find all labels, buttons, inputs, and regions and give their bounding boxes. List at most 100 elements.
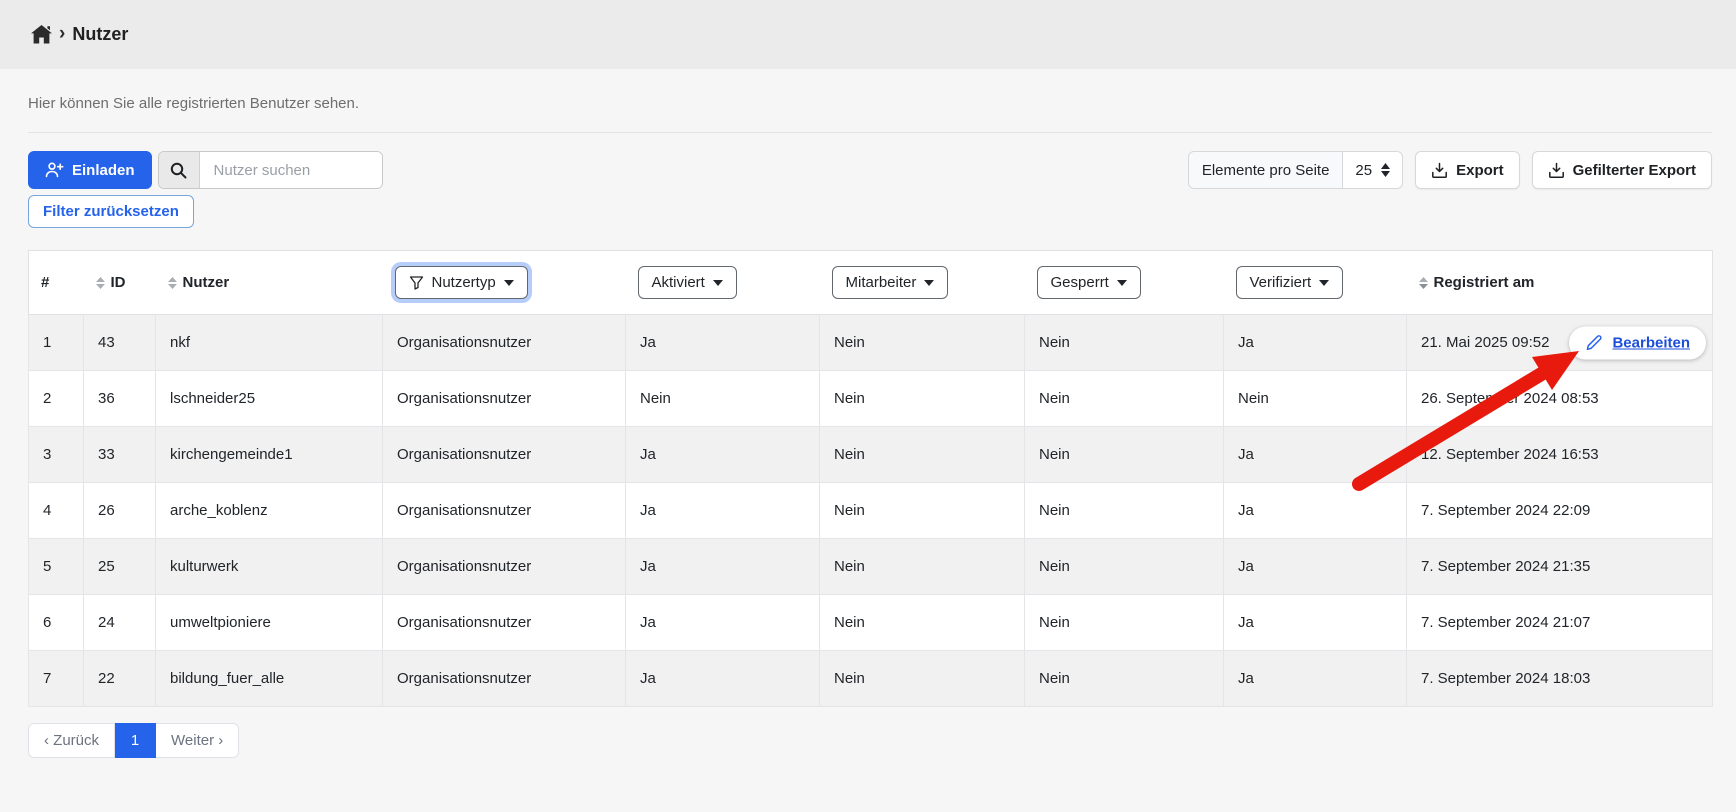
cell-activated: Ja xyxy=(626,427,820,483)
cell-index: 1 xyxy=(29,315,84,371)
home-icon[interactable] xyxy=(31,25,52,44)
cell-employee: Nein xyxy=(820,483,1025,539)
cell-verified: Ja xyxy=(1224,595,1407,651)
cell-index: 7 xyxy=(29,651,84,707)
cell-activated: Nein xyxy=(626,371,820,427)
items-per-page-select[interactable]: 25 xyxy=(1343,151,1403,189)
cell-verified: Ja xyxy=(1224,315,1407,371)
pagination-page-1[interactable]: 1 xyxy=(115,723,156,758)
cell-activated: Ja xyxy=(626,651,820,707)
cell-verified: Ja xyxy=(1224,427,1407,483)
cell-registered: 12. September 2024 16:53 xyxy=(1407,427,1713,483)
cell-user-type: Organisationsnutzer xyxy=(383,651,626,707)
sort-icon xyxy=(168,277,177,289)
cell-registered: 21. Mai 2025 09:52 Bearbeiten xyxy=(1407,315,1713,371)
registered-date: 7. September 2024 21:07 xyxy=(1421,614,1590,631)
cell-user: umweltpioniere xyxy=(156,595,383,651)
cell-user: bildung_fuer_alle xyxy=(156,651,383,707)
cell-id: 24 xyxy=(84,595,156,651)
col-header-verified: Verifiziert xyxy=(1224,251,1407,315)
page-description: Hier können Sie alle registrierten Benut… xyxy=(28,69,1712,133)
pagination-next-button[interactable]: Weiter › xyxy=(156,723,239,758)
toolbar: Einladen Filter zurücksetzen Elemente pr… xyxy=(28,151,1712,228)
col-header-user-type: Nutzertyp xyxy=(383,251,626,315)
cell-verified: Nein xyxy=(1224,371,1407,427)
chevron-down-icon xyxy=(713,280,723,286)
person-plus-icon xyxy=(45,161,64,179)
registered-date: 21. Mai 2025 09:52 xyxy=(1421,334,1549,351)
chevron-down-icon xyxy=(924,280,934,286)
sort-icon xyxy=(96,277,105,289)
pagination-prev-button[interactable]: ‹ Zurück xyxy=(28,723,115,758)
cell-employee: Nein xyxy=(820,539,1025,595)
cell-activated: Ja xyxy=(626,595,820,651)
activated-filter-dropdown[interactable]: Aktiviert xyxy=(638,266,737,299)
employee-filter-dropdown[interactable]: Mitarbeiter xyxy=(832,266,949,299)
table-row: 333kirchengemeinde1OrganisationsnutzerJa… xyxy=(29,427,1713,483)
cell-employee: Nein xyxy=(820,315,1025,371)
invite-button[interactable]: Einladen xyxy=(28,151,152,189)
col-header-registered[interactable]: Registriert am xyxy=(1407,251,1713,315)
cell-id: 25 xyxy=(84,539,156,595)
locked-filter-dropdown[interactable]: Gesperrt xyxy=(1037,266,1141,299)
col-header-locked: Gesperrt xyxy=(1025,251,1224,315)
search-input[interactable] xyxy=(200,152,382,188)
registered-date: 12. September 2024 16:53 xyxy=(1421,446,1599,463)
cell-verified: Ja xyxy=(1224,483,1407,539)
export-button[interactable]: Export xyxy=(1415,151,1520,189)
cell-user-type: Organisationsnutzer xyxy=(383,595,626,651)
cell-locked: Nein xyxy=(1025,483,1224,539)
filtered-export-button-label: Gefilterter Export xyxy=(1573,162,1696,179)
registered-date: 7. September 2024 21:35 xyxy=(1421,558,1590,575)
cell-user: lschneider25 xyxy=(156,371,383,427)
cell-index: 5 xyxy=(29,539,84,595)
user-search xyxy=(158,151,383,189)
cell-registered: 7. September 2024 21:07 xyxy=(1407,595,1713,651)
user-type-filter-dropdown[interactable]: Nutzertyp xyxy=(395,266,528,299)
cell-employee: Nein xyxy=(820,595,1025,651)
table-row: 236lschneider25OrganisationsnutzerNeinNe… xyxy=(29,371,1713,427)
cell-id: 22 xyxy=(84,651,156,707)
col-header-id[interactable]: ID xyxy=(84,251,156,315)
cell-registered: 26. September 2024 08:53 xyxy=(1407,371,1713,427)
edit-button[interactable]: Bearbeiten xyxy=(1569,326,1706,359)
cell-user: nkf xyxy=(156,315,383,371)
breadcrumb: › Nutzer xyxy=(0,0,1736,69)
registered-date: 26. September 2024 08:53 xyxy=(1421,390,1599,407)
cell-user: kulturwerk xyxy=(156,539,383,595)
table-row: 525kulturwerkOrganisationsnutzerJaNeinNe… xyxy=(29,539,1713,595)
filtered-export-button[interactable]: Gefilterter Export xyxy=(1532,151,1712,189)
items-per-page: Elemente pro Seite 25 xyxy=(1188,151,1403,189)
cell-activated: Ja xyxy=(626,539,820,595)
pagination: ‹ Zurück 1 Weiter › xyxy=(28,723,239,758)
verified-filter-dropdown[interactable]: Verifiziert xyxy=(1236,266,1344,299)
cell-locked: Nein xyxy=(1025,427,1224,483)
cell-user-type: Organisationsnutzer xyxy=(383,539,626,595)
reset-filters-button[interactable]: Filter zurücksetzen xyxy=(28,195,194,228)
cell-user: arche_koblenz xyxy=(156,483,383,539)
cell-user: kirchengemeinde1 xyxy=(156,427,383,483)
table-row: 624umweltpioniereOrganisationsnutzerJaNe… xyxy=(29,595,1713,651)
col-header-user[interactable]: Nutzer xyxy=(156,251,383,315)
chevron-down-icon xyxy=(1117,280,1127,286)
funnel-icon xyxy=(409,275,424,290)
cell-locked: Nein xyxy=(1025,595,1224,651)
pencil-icon xyxy=(1585,334,1602,351)
cell-activated: Ja xyxy=(626,483,820,539)
items-per-page-label: Elemente pro Seite xyxy=(1188,151,1344,189)
col-header-activated: Aktiviert xyxy=(626,251,820,315)
table-row: 143nkfOrganisationsnutzerJaNeinNeinJa21.… xyxy=(29,315,1713,371)
table-header-row: # ID xyxy=(29,251,1713,315)
cell-index: 2 xyxy=(29,371,84,427)
col-header-index: # xyxy=(29,251,84,315)
registered-date: 7. September 2024 22:09 xyxy=(1421,502,1590,519)
cell-locked: Nein xyxy=(1025,651,1224,707)
cell-activated: Ja xyxy=(626,315,820,371)
search-icon xyxy=(159,152,200,188)
table-row: 426arche_koblenzOrganisationsnutzerJaNei… xyxy=(29,483,1713,539)
cell-employee: Nein xyxy=(820,427,1025,483)
cell-verified: Ja xyxy=(1224,539,1407,595)
cell-registered: 7. September 2024 22:09 xyxy=(1407,483,1713,539)
cell-locked: Nein xyxy=(1025,315,1224,371)
cell-registered: 7. September 2024 21:35 xyxy=(1407,539,1713,595)
